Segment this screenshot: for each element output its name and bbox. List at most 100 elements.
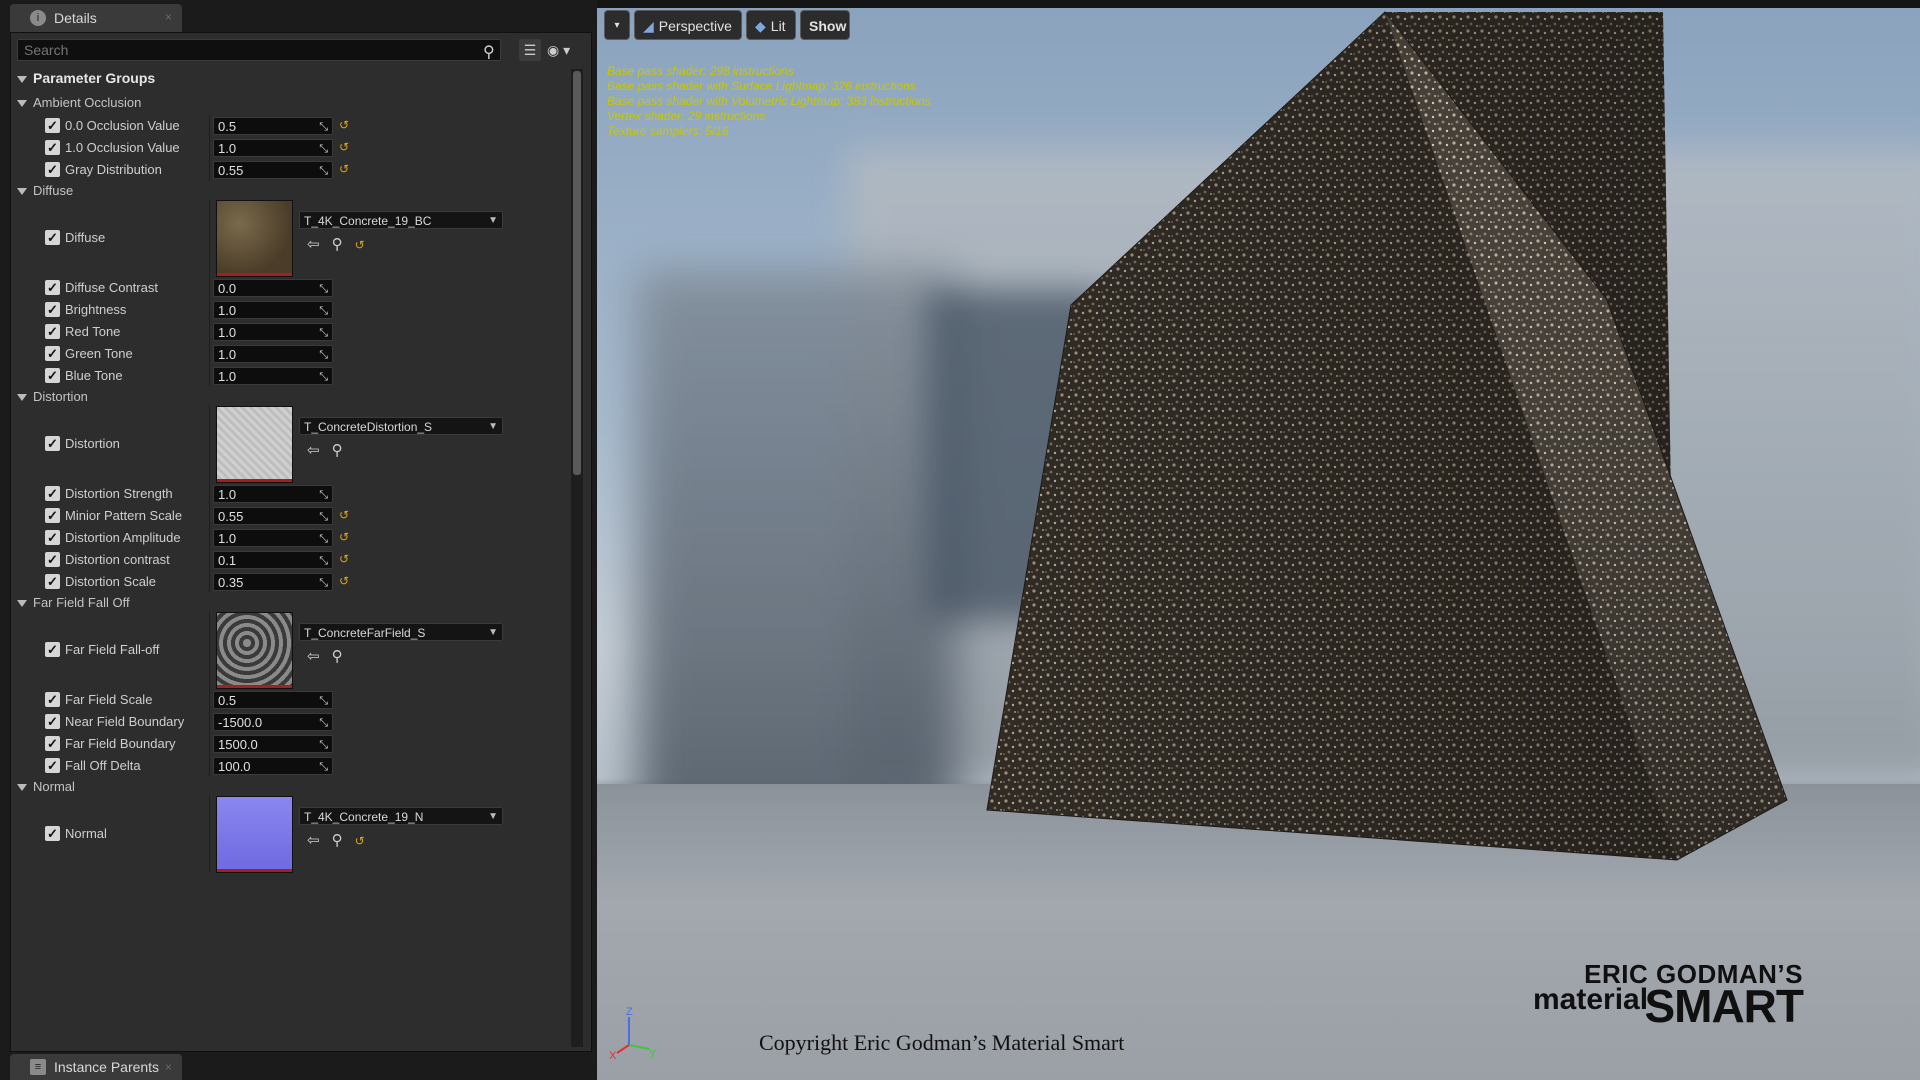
use-selected-arrow-icon[interactable]: ⇦ — [307, 832, 320, 849]
value-field[interactable]: 1.0 ⤡ — [213, 139, 333, 157]
value-field[interactable]: 0.5 ⤡ — [213, 691, 333, 709]
enable-checkbox[interactable]: ✓ — [45, 714, 60, 729]
browse-search-icon[interactable]: ⚲ — [332, 236, 343, 253]
use-selected-arrow-icon[interactable]: ⇦ — [307, 648, 320, 665]
texture-dropdown[interactable]: T_4K_Concrete_19_BC ▼ — [299, 211, 503, 229]
enable-checkbox[interactable]: ✓ — [45, 530, 60, 545]
texture-thumbnail[interactable] — [216, 406, 293, 483]
value-field[interactable]: 1.0 ⤡ — [213, 345, 333, 363]
use-selected-arrow-icon[interactable]: ⇦ — [307, 442, 320, 459]
enable-checkbox[interactable]: ✓ — [45, 324, 60, 339]
enable-checkbox[interactable]: ✓ — [45, 552, 60, 567]
reset-to-default-icon[interactable]: ↺ — [339, 162, 349, 176]
enable-checkbox[interactable]: ✓ — [45, 346, 60, 361]
reset-to-default-icon[interactable]: ↺ — [339, 530, 349, 544]
drag-spin-icon[interactable]: ⤡ — [319, 714, 328, 732]
enable-checkbox[interactable]: ✓ — [45, 574, 60, 589]
drag-spin-icon[interactable]: ⤡ — [319, 574, 328, 592]
drag-spin-icon[interactable]: ⤡ — [319, 118, 328, 136]
search-icon[interactable]: ⚲ — [483, 42, 495, 62]
category-header[interactable]: Normal — [17, 777, 565, 797]
close-icon[interactable]: × — [165, 10, 172, 24]
enable-checkbox[interactable]: ✓ — [45, 436, 60, 451]
close-icon[interactable]: × — [165, 1060, 172, 1074]
value-field[interactable]: 0.0 ⤡ — [213, 279, 333, 297]
value-field[interactable]: 1.0 ⤡ — [213, 529, 333, 547]
drag-spin-icon[interactable]: ⤡ — [319, 552, 328, 570]
drag-spin-icon[interactable]: ⤡ — [319, 530, 328, 548]
value-field[interactable]: 1.0 ⤡ — [213, 367, 333, 385]
texture-thumbnail[interactable] — [216, 796, 293, 873]
enable-checkbox[interactable]: ✓ — [45, 302, 60, 317]
viewport-options-button[interactable]: ▾ — [604, 10, 630, 40]
texture-dropdown[interactable]: T_4K_Concrete_19_N ▼ — [299, 807, 503, 825]
browse-search-icon[interactable]: ⚲ — [332, 442, 343, 459]
enable-checkbox[interactable]: ✓ — [45, 118, 60, 133]
visibility-eye-icon[interactable]: ◉ ▾ — [547, 39, 583, 61]
texture-thumbnail[interactable] — [216, 200, 293, 277]
value-field[interactable]: 1.0 ⤡ — [213, 485, 333, 503]
enable-checkbox[interactable]: ✓ — [45, 230, 60, 245]
reset-to-default-icon[interactable]: ↺ — [339, 552, 349, 566]
enable-checkbox[interactable]: ✓ — [45, 692, 60, 707]
value-field[interactable]: 0.55 ⤡ — [213, 507, 333, 525]
texture-dropdown[interactable]: T_ConcreteDistortion_S ▼ — [299, 417, 503, 435]
category-header[interactable]: Ambient Occlusion — [17, 93, 565, 113]
scrollbar-thumb[interactable] — [573, 71, 581, 475]
texture-dropdown[interactable]: T_ConcreteFarField_S ▼ — [299, 623, 503, 641]
drag-spin-icon[interactable]: ⤡ — [319, 162, 328, 180]
search-input[interactable] — [17, 39, 501, 61]
enable-checkbox[interactable]: ✓ — [45, 508, 60, 523]
reset-to-default-icon[interactable]: ↺ — [339, 508, 349, 522]
scrollbar[interactable] — [571, 69, 583, 1047]
drag-spin-icon[interactable]: ⤡ — [319, 140, 328, 158]
parameter-groups-header[interactable]: Parameter Groups — [17, 67, 565, 89]
lit-button[interactable]: ◆ Lit — [746, 10, 796, 40]
enable-checkbox[interactable]: ✓ — [45, 736, 60, 751]
value-field[interactable]: 0.5 ⤡ — [213, 117, 333, 135]
drag-spin-icon[interactable]: ⤡ — [319, 368, 328, 386]
enable-checkbox[interactable]: ✓ — [45, 486, 60, 501]
reset-to-default-icon[interactable]: ↺ — [355, 834, 365, 848]
value-field[interactable]: 0.55 ⤡ — [213, 161, 333, 179]
enable-checkbox[interactable]: ✓ — [45, 368, 60, 383]
value-field[interactable]: 1500.0 ⤡ — [213, 735, 333, 753]
drag-spin-icon[interactable]: ⤡ — [319, 280, 328, 298]
list-view-button[interactable]: ☰ — [519, 39, 541, 61]
reset-to-default-icon[interactable]: ↺ — [339, 574, 349, 588]
drag-spin-icon[interactable]: ⤡ — [319, 692, 328, 710]
reset-to-default-icon[interactable]: ↺ — [339, 118, 349, 132]
browse-search-icon[interactable]: ⚲ — [332, 832, 343, 849]
drag-spin-icon[interactable]: ⤡ — [319, 758, 328, 776]
drag-spin-icon[interactable]: ⤡ — [319, 346, 328, 364]
category-header[interactable]: Far Field Fall Off — [17, 593, 565, 613]
browse-search-icon[interactable]: ⚲ — [332, 648, 343, 665]
drag-spin-icon[interactable]: ⤡ — [319, 486, 328, 504]
category-header[interactable]: Diffuse — [17, 181, 565, 201]
category-header[interactable]: Distortion — [17, 387, 565, 407]
drag-spin-icon[interactable]: ⤡ — [319, 302, 328, 320]
enable-checkbox[interactable]: ✓ — [45, 826, 60, 841]
enable-checkbox[interactable]: ✓ — [45, 758, 60, 773]
reset-to-default-icon[interactable]: ↺ — [355, 238, 365, 252]
texture-thumbnail[interactable] — [216, 612, 293, 689]
enable-checkbox[interactable]: ✓ — [45, 140, 60, 155]
value-field[interactable]: 1.0 ⤡ — [213, 301, 333, 319]
details-tab[interactable]: i Details × — [10, 4, 182, 32]
viewport[interactable]: ▾ ◢ Perspective ◆ Lit Show Base pass shade… — [597, 0, 1920, 1080]
drag-spin-icon[interactable]: ⤡ — [319, 736, 328, 754]
value-field[interactable]: -1500.0 ⤡ — [213, 713, 333, 731]
show-button[interactable]: Show — [800, 10, 850, 40]
value-field[interactable]: 0.35 ⤡ — [213, 573, 333, 591]
value-field[interactable]: 100.0 ⤡ — [213, 757, 333, 775]
use-selected-arrow-icon[interactable]: ⇦ — [307, 236, 320, 253]
reset-to-default-icon[interactable]: ↺ — [339, 140, 349, 154]
enable-checkbox[interactable]: ✓ — [45, 162, 60, 177]
drag-spin-icon[interactable]: ⤡ — [319, 508, 328, 526]
enable-checkbox[interactable]: ✓ — [45, 642, 60, 657]
perspective-button[interactable]: ◢ Perspective — [634, 10, 742, 40]
value-field[interactable]: 1.0 ⤡ — [213, 323, 333, 341]
instance-parents-tab[interactable]: ≡ Instance Parents × — [10, 1054, 182, 1080]
value-field[interactable]: 0.1 ⤡ — [213, 551, 333, 569]
enable-checkbox[interactable]: ✓ — [45, 280, 60, 295]
